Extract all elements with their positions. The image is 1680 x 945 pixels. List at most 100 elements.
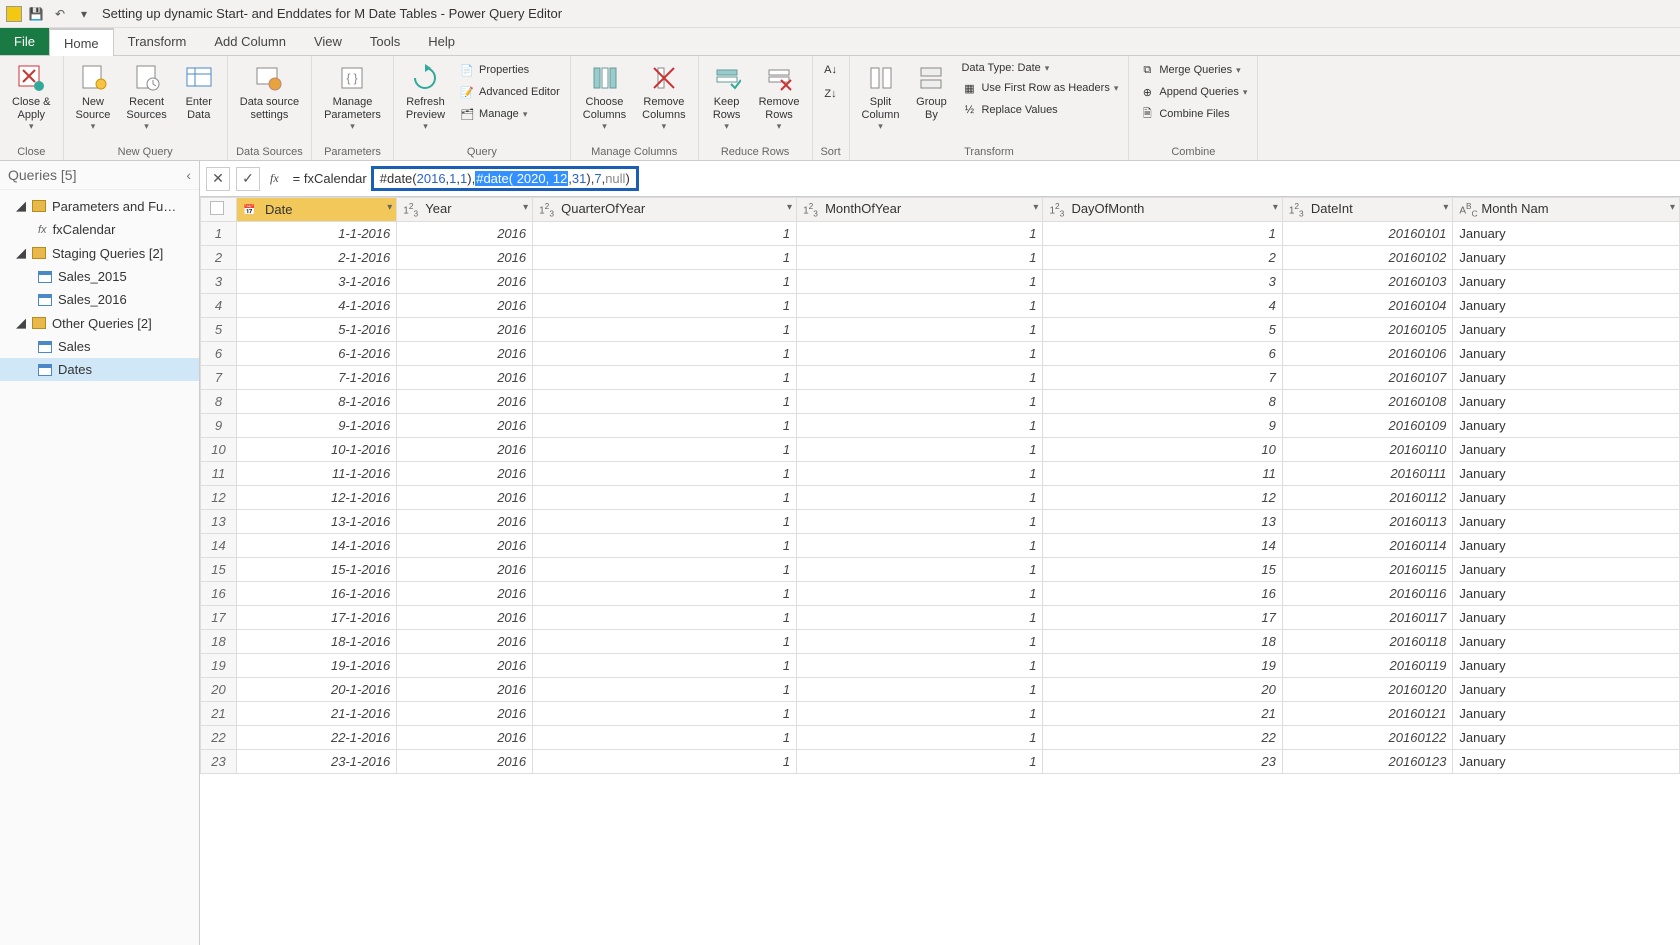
tab-add-column[interactable]: Add Column <box>200 28 300 55</box>
keep-rows-button[interactable]: Keep Rows <box>705 60 749 134</box>
cell[interactable]: 1-1-2016 <box>237 222 397 246</box>
table-row[interactable]: 2323-1-20162016112320160123January <box>201 750 1680 774</box>
cell[interactable]: 2016 <box>397 582 533 606</box>
cell[interactable]: 18-1-2016 <box>237 630 397 654</box>
cell[interactable]: 10 <box>1043 438 1282 462</box>
table-row[interactable]: 88-1-2016201611820160108January <box>201 390 1680 414</box>
cell[interactable]: 1 <box>533 630 797 654</box>
cell[interactable]: 2016 <box>397 246 533 270</box>
table-row[interactable]: 11-1-2016201611120160101January <box>201 222 1680 246</box>
cell[interactable]: 20160102 <box>1282 246 1453 270</box>
table-row[interactable]: 1010-1-20162016111020160110January <box>201 438 1680 462</box>
cell[interactable]: 2 <box>1043 246 1282 270</box>
collapse-queries-icon[interactable]: ‹ <box>186 167 191 183</box>
filter-icon[interactable]: ▾ <box>787 202 792 213</box>
cell[interactable]: 2016 <box>397 702 533 726</box>
cell[interactable]: 18 <box>1043 630 1282 654</box>
cell[interactable]: 12 <box>1043 486 1282 510</box>
replace-values-button[interactable]: ½Replace Values <box>957 100 1122 120</box>
cell[interactable]: 1 <box>533 342 797 366</box>
row-number-cell[interactable]: 12 <box>201 486 237 510</box>
row-number-cell[interactable]: 5 <box>201 318 237 342</box>
table-row[interactable]: 66-1-2016201611620160106January <box>201 342 1680 366</box>
cell[interactable]: January <box>1453 582 1680 606</box>
filter-icon[interactable]: ▾ <box>1443 202 1448 213</box>
cell[interactable]: 1 <box>533 270 797 294</box>
cell[interactable]: January <box>1453 534 1680 558</box>
cell[interactable]: 1 <box>533 438 797 462</box>
cell[interactable]: 3 <box>1043 270 1282 294</box>
row-number-cell[interactable]: 16 <box>201 582 237 606</box>
cell[interactable]: 2016 <box>397 678 533 702</box>
cell[interactable]: 11 <box>1043 462 1282 486</box>
row-number-cell[interactable]: 17 <box>201 606 237 630</box>
filter-icon[interactable]: ▾ <box>523 202 528 213</box>
cell[interactable]: 1 <box>533 246 797 270</box>
formula-commit-button[interactable]: ✓ <box>236 167 260 191</box>
cell[interactable]: 2016 <box>397 342 533 366</box>
row-number-cell[interactable]: 8 <box>201 390 237 414</box>
table-row[interactable]: 55-1-2016201611520160105January <box>201 318 1680 342</box>
row-number-header[interactable] <box>201 198 237 222</box>
cell[interactable]: 22-1-2016 <box>237 726 397 750</box>
table-row[interactable]: 1818-1-20162016111820160118January <box>201 630 1680 654</box>
type-icon[interactable]: 📅 <box>243 205 261 216</box>
undo-icon[interactable]: ↶ <box>52 6 68 22</box>
cell[interactable]: 2-1-2016 <box>237 246 397 270</box>
cell[interactable]: 1 <box>797 366 1043 390</box>
filter-icon[interactable]: ▾ <box>1033 202 1038 213</box>
table-row[interactable]: 1717-1-20162016111720160117January <box>201 606 1680 630</box>
cell[interactable]: 1 <box>797 582 1043 606</box>
data-type-button[interactable]: Data Type: Date <box>957 60 1122 76</box>
cell[interactable]: 1 <box>533 606 797 630</box>
remove-columns-button[interactable]: Remove Columns <box>636 60 691 134</box>
cell[interactable]: 1 <box>797 246 1043 270</box>
cell[interactable]: 5 <box>1043 318 1282 342</box>
cell[interactable]: 2016 <box>397 750 533 774</box>
cell[interactable]: January <box>1453 294 1680 318</box>
query-item[interactable]: fxfxCalendar <box>0 218 199 241</box>
sort-asc-button[interactable]: A↓ <box>819 60 843 80</box>
cell[interactable]: 20160119 <box>1282 654 1453 678</box>
row-number-cell[interactable]: 19 <box>201 654 237 678</box>
row-number-cell[interactable]: 9 <box>201 414 237 438</box>
cell[interactable]: 16-1-2016 <box>237 582 397 606</box>
type-icon[interactable]: 123 <box>1049 201 1067 218</box>
table-row[interactable]: 99-1-2016201611920160109January <box>201 414 1680 438</box>
query-item[interactable]: Sales <box>0 335 199 358</box>
table-row[interactable]: 1111-1-20162016111120160111January <box>201 462 1680 486</box>
cell[interactable]: 1 <box>533 486 797 510</box>
cell[interactable]: 1 <box>797 630 1043 654</box>
cell[interactable]: 14 <box>1043 534 1282 558</box>
use-first-row-button[interactable]: ▦Use First Row as Headers <box>957 78 1122 98</box>
cell[interactable]: 20160109 <box>1282 414 1453 438</box>
cell[interactable]: 20160113 <box>1282 510 1453 534</box>
cell[interactable]: 1 <box>797 342 1043 366</box>
cell[interactable]: January <box>1453 558 1680 582</box>
cell[interactable]: 1 <box>797 606 1043 630</box>
cell[interactable]: 15 <box>1043 558 1282 582</box>
qat-dropdown-icon[interactable]: ▾ <box>76 6 92 22</box>
formula-highlight-box[interactable]: #date( 2016, 1, 1), #date( 2020, 12, 31)… <box>371 166 639 191</box>
table-row[interactable]: 33-1-2016201611320160103January <box>201 270 1680 294</box>
cell[interactable]: January <box>1453 414 1680 438</box>
column-header[interactable]: 123DateInt▾ <box>1282 198 1453 222</box>
cell[interactable]: January <box>1453 318 1680 342</box>
cell[interactable]: 1 <box>533 534 797 558</box>
cell[interactable]: 1 <box>533 558 797 582</box>
row-number-cell[interactable]: 4 <box>201 294 237 318</box>
column-header[interactable]: 123QuarterOfYear▾ <box>533 198 797 222</box>
cell[interactable]: 19 <box>1043 654 1282 678</box>
table-row[interactable]: 1515-1-20162016111520160115January <box>201 558 1680 582</box>
cell[interactable]: 20160111 <box>1282 462 1453 486</box>
table-row[interactable]: 44-1-2016201611420160104January <box>201 294 1680 318</box>
cell[interactable]: 1 <box>797 270 1043 294</box>
cell[interactable]: 2016 <box>397 654 533 678</box>
tab-file[interactable]: File <box>0 28 49 55</box>
properties-button[interactable]: 📄Properties <box>455 60 564 80</box>
column-header[interactable]: 📅Date▾ <box>237 198 397 222</box>
cell[interactable]: 4 <box>1043 294 1282 318</box>
recent-sources-button[interactable]: Recent Sources <box>120 60 172 134</box>
table-row[interactable]: 22-1-2016201611220160102January <box>201 246 1680 270</box>
cell[interactable]: 5-1-2016 <box>237 318 397 342</box>
